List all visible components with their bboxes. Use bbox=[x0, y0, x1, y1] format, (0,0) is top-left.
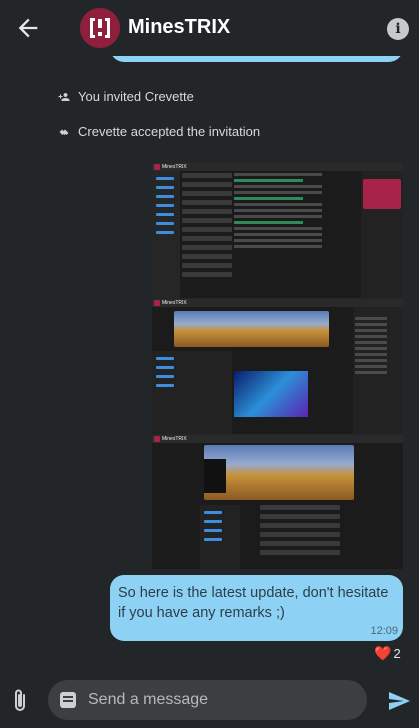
info-icon[interactable]: i bbox=[387, 18, 409, 40]
arrow-back-icon[interactable] bbox=[14, 14, 42, 42]
image-attachment[interactable]: MinesTRIX bbox=[152, 299, 403, 434]
message-time: 12:09 bbox=[370, 625, 398, 637]
app-bar: MinesTRIX i bbox=[0, 0, 419, 56]
reaction-count: 2 bbox=[393, 646, 401, 661]
person-add-icon bbox=[58, 92, 70, 101]
send-icon[interactable] bbox=[386, 689, 412, 713]
image-attachment[interactable]: MinesTRIX bbox=[152, 435, 403, 569]
system-event: Crevette accepted the invitation bbox=[58, 124, 260, 139]
room-title[interactable]: MinesTRIX bbox=[128, 16, 230, 39]
message-text: So here is the latest update, don't hesi… bbox=[118, 585, 389, 621]
message-bubble[interactable]: So here is the latest update, don't hesi… bbox=[110, 575, 403, 641]
minestrix-logo bbox=[80, 8, 120, 48]
image-window-bar: MinesTRIX bbox=[152, 163, 403, 171]
message-input[interactable] bbox=[88, 690, 348, 710]
image-window-bar: MinesTRIX bbox=[152, 299, 403, 307]
image-window-bar: MinesTRIX bbox=[152, 435, 403, 443]
image-attachment[interactable]: MinesTRIX bbox=[152, 163, 403, 298]
paperclip-icon[interactable] bbox=[10, 688, 30, 714]
system-event: You invited Crevette bbox=[58, 89, 194, 104]
message-composer[interactable] bbox=[48, 680, 367, 720]
handshake-icon bbox=[59, 129, 69, 135]
heart-icon: ❤️ bbox=[374, 645, 392, 661]
system-event-text: You invited Crevette bbox=[78, 89, 194, 104]
message-format-icon[interactable] bbox=[60, 692, 76, 708]
room-avatar[interactable] bbox=[80, 8, 120, 48]
reaction-chip[interactable]: ❤️ 2 bbox=[374, 645, 401, 662]
system-event-text: Crevette accepted the invitation bbox=[78, 124, 261, 139]
